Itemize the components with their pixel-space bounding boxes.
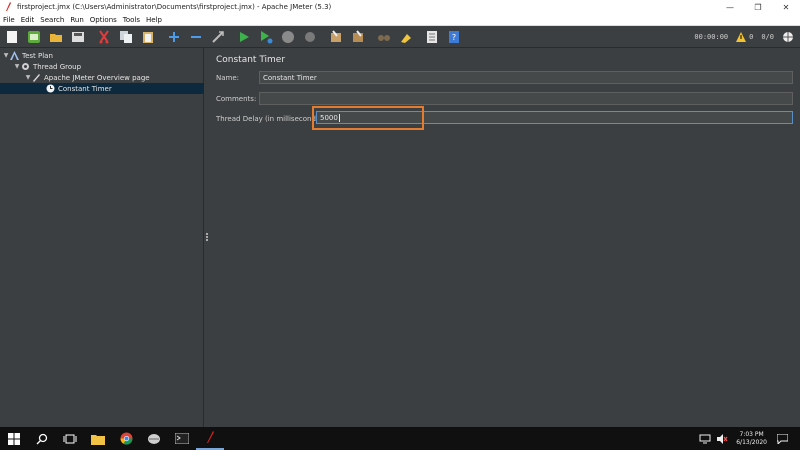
tree-item-label: Constant Timer (58, 84, 112, 93)
test-plan-tree: ▼ Test Plan ▼ Thread Group ▼ Apache JMet… (0, 48, 204, 427)
comments-field[interactable] (259, 92, 793, 105)
window-title-bar: firstproject.jmx (C:\Users\Administrator… (0, 0, 800, 14)
constant-timer-panel: Constant Timer Name: Constant Timer Comm… (210, 48, 800, 427)
menu-run[interactable]: Run (70, 16, 83, 24)
taskbar-clock[interactable]: 7:03 PM 6/13/2020 (736, 431, 767, 447)
active-threads: 0/0 (761, 33, 774, 41)
warning-count: 0 (749, 33, 754, 41)
tree-item-http-request[interactable]: ▼ Apache JMeter Overview page (24, 72, 204, 83)
tree-item-label: Apache JMeter Overview page (44, 73, 150, 82)
command-prompt-icon[interactable] (168, 427, 196, 450)
menu-bar: File Edit Search Run Options Tools Help (0, 14, 800, 26)
minimize-button[interactable]: — (716, 0, 744, 14)
svg-text:?: ? (452, 33, 456, 42)
expand-toggle-icon[interactable]: ▼ (24, 74, 32, 82)
help-icon[interactable]: ? (446, 29, 462, 45)
collapse-icon[interactable] (188, 29, 204, 45)
gear-icon (21, 62, 30, 71)
thread-delay-label: Thread Delay (in milliseconds): (216, 115, 325, 123)
test-plan-icon (10, 51, 19, 60)
open-icon[interactable] (48, 29, 64, 45)
sampler-pen-icon (32, 73, 41, 82)
copy-icon[interactable] (118, 29, 134, 45)
menu-file[interactable]: File (3, 16, 15, 24)
toolbar-status: 00:00:00 0 0/0 (694, 26, 794, 48)
remote-globe-icon[interactable] (782, 28, 794, 47)
chrome-icon[interactable] (112, 427, 140, 450)
menu-tools[interactable]: Tools (123, 16, 140, 24)
clear-icon[interactable] (328, 29, 344, 45)
annotation-highlight-box (312, 106, 424, 130)
shutdown-icon[interactable] (302, 29, 318, 45)
splitter-grip-icon[interactable] (206, 233, 208, 241)
expand-toggle-icon[interactable]: ▼ (13, 63, 21, 71)
file-explorer-icon[interactable] (84, 427, 112, 450)
maximize-button[interactable]: ❐ (744, 0, 772, 14)
volume-muted-icon[interactable] (716, 429, 728, 448)
menu-edit[interactable]: Edit (21, 16, 35, 24)
menu-options[interactable]: Options (90, 16, 117, 24)
reset-search-icon[interactable] (398, 29, 414, 45)
paste-icon[interactable] (140, 29, 156, 45)
search-binoculars-icon[interactable] (376, 29, 392, 45)
function-helper-icon[interactable] (424, 29, 440, 45)
tree-item-label: Test Plan (22, 51, 53, 60)
menu-search[interactable]: Search (40, 16, 64, 24)
stop-icon[interactable] (280, 29, 296, 45)
notifications-icon[interactable] (776, 429, 789, 448)
start-icon[interactable] (236, 29, 252, 45)
system-tray: 7:03 PM 6/13/2020 (699, 427, 800, 450)
comments-label: Comments: (216, 95, 257, 103)
timer-clock-icon (46, 84, 55, 93)
clock-date: 6/13/2020 (736, 438, 767, 446)
templates-icon[interactable] (26, 29, 42, 45)
jmeter-feather-icon (3, 2, 13, 12)
expand-icon[interactable] (166, 29, 182, 45)
window-controls: — ❐ ✕ (716, 0, 800, 14)
tree-item-test-plan[interactable]: ▼ Test Plan (2, 50, 204, 61)
jmeter-taskbar-icon[interactable] (196, 427, 224, 450)
tree-item-constant-timer[interactable]: Constant Timer (0, 83, 204, 94)
toggle-icon[interactable] (210, 29, 226, 45)
cut-icon[interactable] (96, 29, 112, 45)
windows-start-icon[interactable] (0, 427, 28, 450)
clock-time: 7:03 PM (739, 430, 764, 438)
search-icon[interactable] (28, 427, 56, 450)
new-icon[interactable] (4, 29, 20, 45)
tree-item-label: Thread Group (33, 62, 82, 71)
save-icon[interactable] (70, 29, 86, 45)
warning-icon (736, 32, 747, 42)
start-no-pauses-icon[interactable] (258, 29, 274, 45)
name-label: Name: (216, 74, 240, 82)
name-field[interactable]: Constant Timer (259, 71, 793, 84)
clear-all-icon[interactable] (350, 29, 366, 45)
task-view-icon[interactable] (56, 427, 84, 450)
name-field-value: Constant Timer (263, 73, 317, 82)
network-tool-icon[interactable] (140, 427, 168, 450)
windows-taskbar: 7:03 PM 6/13/2020 (0, 427, 800, 450)
panel-title: Constant Timer (216, 55, 286, 65)
expand-toggle-icon[interactable]: ▼ (2, 52, 10, 60)
network-icon[interactable] (699, 429, 711, 448)
close-button[interactable]: ✕ (772, 0, 800, 14)
menu-help[interactable]: Help (146, 16, 162, 24)
toolbar: ? 00:00:00 0 0/0 (0, 26, 800, 48)
tree-item-thread-group[interactable]: ▼ Thread Group (13, 61, 204, 72)
window-title: firstproject.jmx (C:\Users\Administrator… (17, 3, 332, 11)
warning-indicator[interactable]: 0 (736, 32, 753, 42)
elapsed-timer: 00:00:00 (694, 33, 729, 41)
